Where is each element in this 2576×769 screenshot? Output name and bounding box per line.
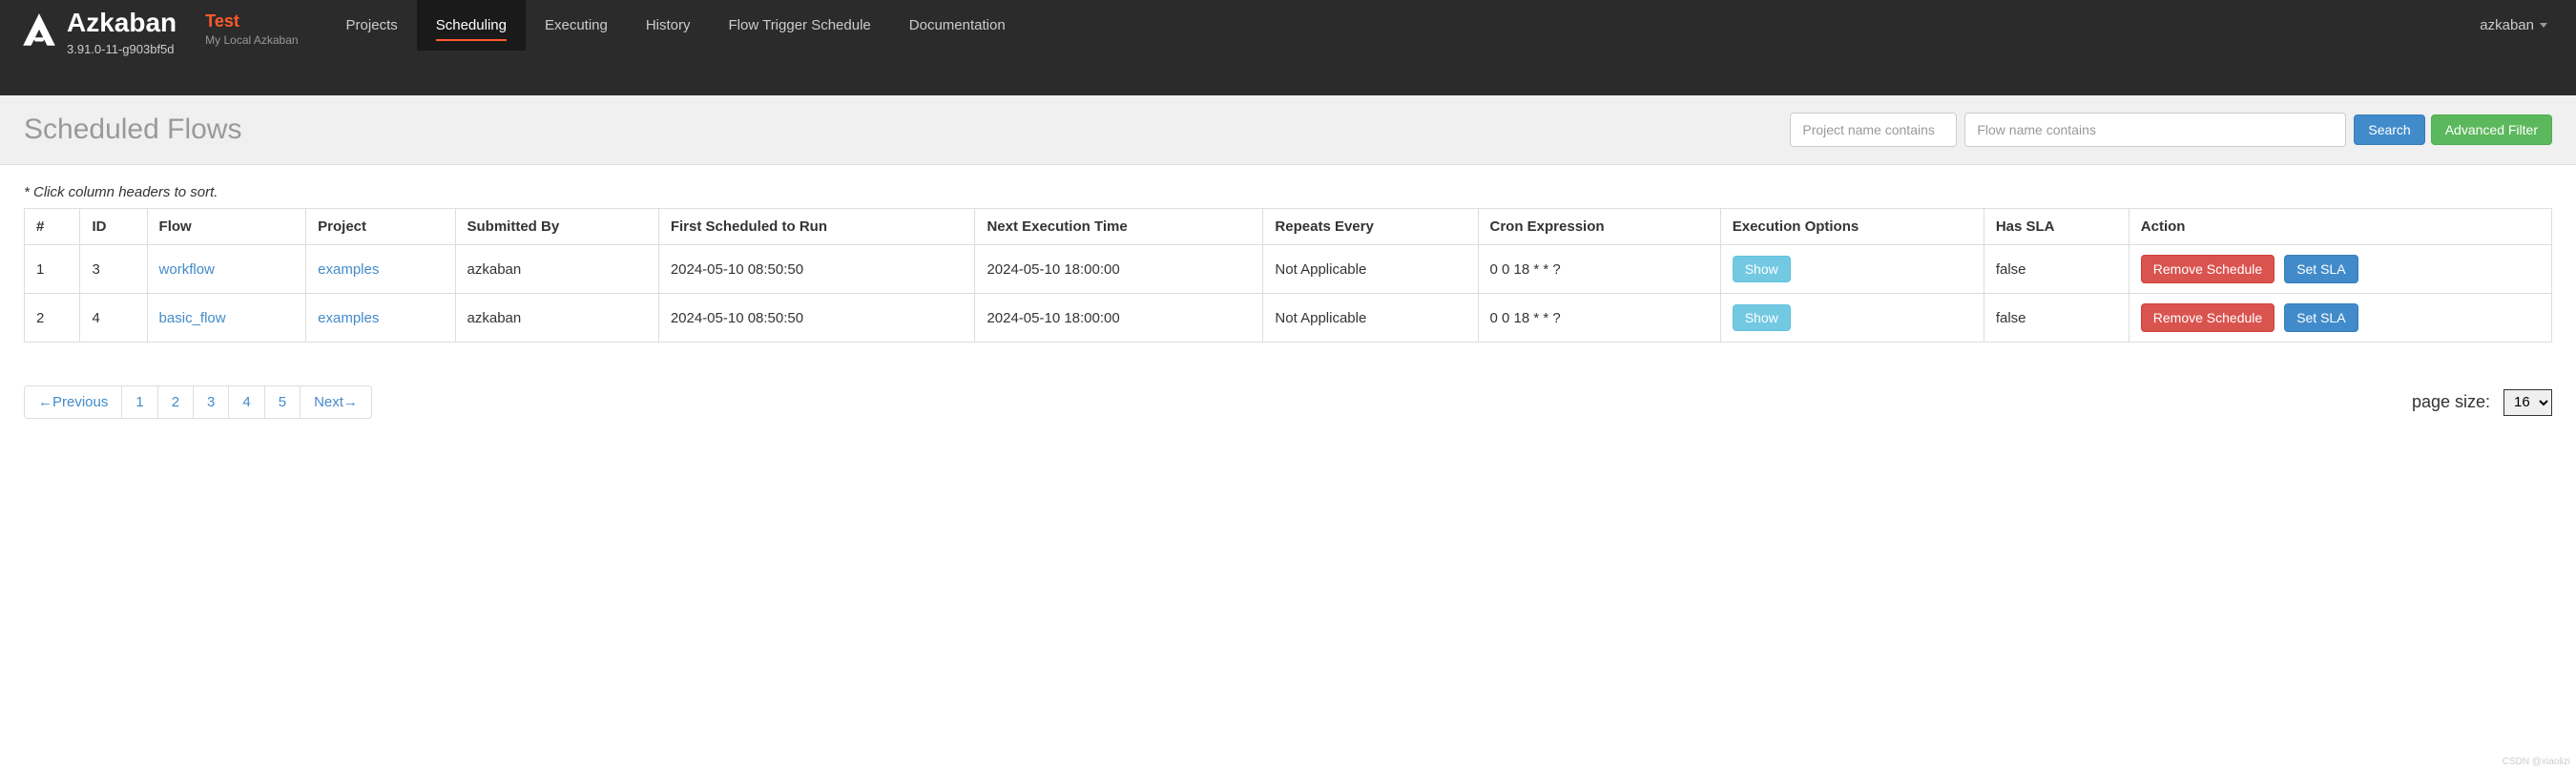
page-size-select[interactable]: 16 xyxy=(2503,389,2552,416)
project-link[interactable]: examples xyxy=(318,310,379,326)
col-header[interactable]: ID xyxy=(80,209,147,245)
col-header[interactable]: First Scheduled to Run xyxy=(658,209,975,245)
project-link[interactable]: examples xyxy=(318,261,379,278)
instance-label: Test My Local Azkaban xyxy=(205,0,298,47)
col-header[interactable]: Execution Options xyxy=(1720,209,1984,245)
search-button[interactable]: Search xyxy=(2354,114,2424,145)
remove-schedule-button[interactable]: Remove Schedule xyxy=(2141,255,2275,283)
azkaban-logo-icon xyxy=(19,11,59,52)
nav-item-history[interactable]: History xyxy=(627,0,710,51)
col-header[interactable]: Flow xyxy=(147,209,306,245)
instance-name: Test xyxy=(205,11,298,31)
sort-hint: * Click column headers to sort. xyxy=(24,184,2552,200)
page-size-label: page size: xyxy=(2412,392,2490,412)
page-next[interactable]: Next→ xyxy=(300,385,372,419)
nav-item-scheduling[interactable]: Scheduling xyxy=(417,0,526,51)
page-3[interactable]: 3 xyxy=(193,385,229,419)
page-1[interactable]: 1 xyxy=(121,385,157,419)
instance-sub: My Local Azkaban xyxy=(205,33,298,47)
col-header[interactable]: # xyxy=(25,209,80,245)
page-5[interactable]: 5 xyxy=(264,385,301,419)
brand-name: Azkaban xyxy=(67,10,177,36)
col-header[interactable]: Action xyxy=(2129,209,2551,245)
watermark: CSDN @xiaolizi xyxy=(2503,757,2570,767)
col-header[interactable]: Next Execution Time xyxy=(975,209,1263,245)
user-menu[interactable]: azkaban xyxy=(2470,0,2557,51)
advanced-filter-button[interactable]: Advanced Filter xyxy=(2431,114,2552,145)
col-header[interactable]: Cron Expression xyxy=(1478,209,1720,245)
brand[interactable]: Azkaban 3.91.0-11-g903bf5d xyxy=(19,0,177,66)
pagination: ←Previous12345Next→ xyxy=(24,385,372,419)
show-button[interactable]: Show xyxy=(1733,304,1791,331)
table-row: 13workflowexamplesazkaban2024-05-10 08:5… xyxy=(25,245,2552,294)
flow-link[interactable]: basic_flow xyxy=(159,310,226,326)
nav-item-flow-trigger-schedule[interactable]: Flow Trigger Schedule xyxy=(710,0,890,51)
page-4[interactable]: 4 xyxy=(228,385,264,419)
set-sla-button[interactable]: Set SLA xyxy=(2284,303,2358,332)
nav-items: ProjectsSchedulingExecutingHistoryFlow T… xyxy=(327,0,1025,51)
flow-filter-input[interactable] xyxy=(1964,113,2346,147)
nav-item-documentation[interactable]: Documentation xyxy=(890,0,1025,51)
page-prev[interactable]: ←Previous xyxy=(24,385,122,419)
nav-item-executing[interactable]: Executing xyxy=(526,0,627,51)
col-header[interactable]: Has SLA xyxy=(1984,209,2129,245)
schedule-table: #IDFlowProjectSubmitted ByFirst Schedule… xyxy=(24,208,2552,343)
table-row: 24basic_flowexamplesazkaban2024-05-10 08… xyxy=(25,294,2552,343)
show-button[interactable]: Show xyxy=(1733,256,1791,282)
project-filter-input[interactable] xyxy=(1790,113,1957,147)
footer: ←Previous12345Next→ page size: 16 xyxy=(0,362,2576,428)
page-2[interactable]: 2 xyxy=(157,385,194,419)
col-header[interactable]: Repeats Every xyxy=(1263,209,1478,245)
caret-down-icon xyxy=(2540,23,2547,28)
top-navbar: Azkaban 3.91.0-11-g903bf5d Test My Local… xyxy=(0,0,2576,95)
brand-version: 3.91.0-11-g903bf5d xyxy=(67,42,177,56)
page-title: Scheduled Flows xyxy=(24,114,241,146)
subheader: Scheduled Flows Search Advanced Filter xyxy=(0,95,2576,165)
remove-schedule-button[interactable]: Remove Schedule xyxy=(2141,303,2275,332)
set-sla-button[interactable]: Set SLA xyxy=(2284,255,2358,283)
col-header[interactable]: Submitted By xyxy=(455,209,658,245)
user-name: azkaban xyxy=(2480,17,2534,33)
nav-item-projects[interactable]: Projects xyxy=(327,0,417,51)
col-header[interactable]: Project xyxy=(306,209,455,245)
flow-link[interactable]: workflow xyxy=(159,261,215,278)
